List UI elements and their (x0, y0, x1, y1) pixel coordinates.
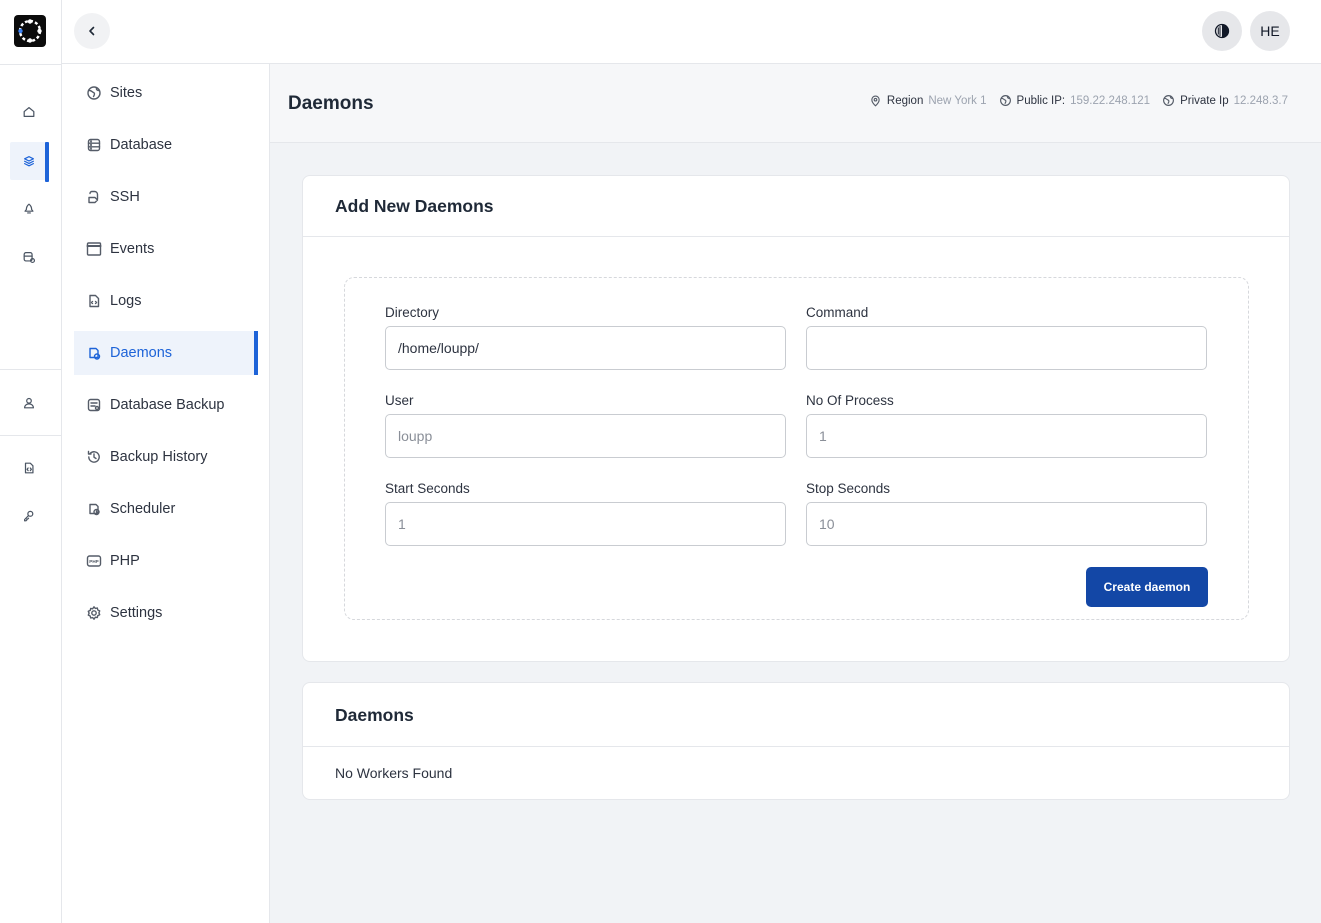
processes-input[interactable] (806, 414, 1207, 458)
rail-rocket-button[interactable] (10, 190, 48, 228)
directory-input[interactable] (385, 326, 786, 370)
terminal-icon (88, 190, 99, 204)
sidebar-item-php[interactable]: PHP PHP (74, 539, 257, 583)
globe-icon (999, 95, 1011, 106)
rail-key-button[interactable] (10, 497, 48, 535)
file-icon (89, 294, 100, 308)
private-ip-info: Private Ip 12.248.3.7 (1162, 94, 1288, 107)
sidebar-item-label: Sites (110, 85, 143, 101)
public-ip-info: Public IP: 159.22.248.121 (999, 94, 1151, 107)
gear-icon (87, 606, 101, 620)
stop-seconds-input[interactable] (806, 502, 1207, 546)
database-settings-icon (23, 252, 36, 264)
daemon-form: Directory Command User No Of Process Sta… (344, 277, 1249, 620)
page-title: Daemons (288, 93, 374, 114)
code-file-icon (24, 462, 34, 474)
database-icon (87, 138, 101, 152)
rail-user-button[interactable] (10, 384, 48, 422)
daemons-list-card: Daemons No Workers Found (302, 682, 1290, 800)
command-input[interactable] (806, 326, 1207, 370)
user-input[interactable] (385, 414, 786, 458)
rail-divider (0, 64, 61, 65)
rail-home-button[interactable] (10, 93, 48, 131)
sidebar-item-ssh[interactable]: SSH (74, 175, 257, 219)
sidebar-item-label: SSH (110, 189, 140, 205)
public-ip-value: 159.22.248.121 (1070, 94, 1151, 107)
sidebar-item-daemons[interactable]: Daemons (74, 331, 258, 375)
top-bar: HE (62, 0, 1321, 64)
region-label: Region (886, 94, 924, 107)
private-ip-value: 12.248.3.7 (1233, 94, 1288, 107)
rail-database-settings-button[interactable] (10, 238, 48, 276)
location-pin-icon (871, 95, 880, 107)
card-title: Daemons (335, 705, 414, 725)
stack-icon (24, 156, 34, 167)
sidebar: Sites Database SSH Events Logs Daemons D… (62, 64, 270, 923)
user-icon (24, 397, 34, 409)
history-icon (87, 450, 100, 463)
rail-code-file-button[interactable] (10, 449, 48, 487)
rail-stack-button[interactable] (10, 142, 49, 182)
start-seconds-label: Start Seconds (385, 481, 470, 496)
icon-rail (0, 0, 62, 923)
command-label: Command (806, 305, 869, 320)
home-icon (23, 107, 35, 117)
card-title: Add New Daemons (335, 196, 494, 216)
sidebar-item-sites[interactable]: Sites (74, 71, 257, 115)
sidebar-item-scheduler[interactable]: Scheduler (74, 487, 257, 531)
directory-label: Directory (385, 305, 440, 320)
sidebar-item-settings[interactable]: Settings (74, 591, 257, 635)
page-header: Daemons Region New York 1 Public IP: 159… (270, 64, 1321, 143)
sidebar-item-label: PHP (110, 553, 140, 569)
stop-seconds-label: Stop Seconds (806, 481, 891, 496)
sidebar-item-database[interactable]: Database (74, 123, 257, 167)
sidebar-item-label: Database (110, 137, 173, 153)
sidebar-item-database-backup[interactable]: Database Backup (74, 383, 257, 427)
card-divider (303, 746, 1289, 747)
sidebar-item-label: Database Backup (110, 397, 225, 413)
clock-icon (89, 503, 100, 516)
sidebar-item-events[interactable]: Events (74, 227, 257, 271)
rocket-icon (24, 203, 34, 214)
main-content: Daemons Region New York 1 Public IP: 159… (270, 64, 1321, 923)
chevron-left-icon (89, 26, 95, 36)
sidebar-item-label: Daemons (110, 345, 173, 361)
daemon-icon (89, 347, 101, 360)
sidebar-item-backup-history[interactable]: Backup History (74, 435, 257, 479)
app-logo[interactable] (14, 15, 46, 47)
backup-icon (87, 398, 101, 412)
sidebar-item-label: Logs (110, 293, 142, 309)
user-label: User (385, 393, 414, 408)
card-divider (303, 236, 1289, 237)
back-button[interactable] (74, 13, 110, 49)
key-icon (24, 510, 34, 522)
contrast-icon (1214, 23, 1230, 39)
logo-icon (18, 19, 42, 43)
rail-divider (0, 435, 61, 436)
private-ip-label: Private Ip (1180, 94, 1229, 107)
svg-text:PHP: PHP (89, 559, 98, 564)
sidebar-item-logs[interactable]: Logs (74, 279, 257, 323)
php-icon: PHP (86, 555, 102, 567)
start-seconds-input[interactable] (385, 502, 786, 546)
region-info: Region New York 1 (869, 94, 987, 107)
window-icon (86, 242, 102, 256)
public-ip-label: Public IP: (1016, 94, 1066, 107)
add-daemon-card: Add New Daemons Directory Command User N… (302, 175, 1290, 662)
sidebar-item-label: Settings (110, 605, 163, 621)
region-value: New York 1 (928, 94, 987, 107)
sidebar-item-label: Scheduler (110, 501, 176, 517)
globe-icon (1163, 95, 1175, 106)
sidebar-item-label: Events (110, 241, 155, 257)
user-avatar[interactable]: HE (1250, 11, 1290, 51)
server-meta: Region New York 1 Public IP: 159.22.248.… (869, 94, 1288, 107)
globe-icon (87, 86, 101, 100)
processes-label: No Of Process (806, 393, 894, 408)
empty-state-text: No Workers Found (335, 765, 453, 781)
theme-toggle-button[interactable] (1202, 11, 1242, 51)
create-daemon-button[interactable]: Create daemon (1086, 567, 1208, 607)
rail-divider (0, 369, 61, 370)
sidebar-item-label: Backup History (110, 449, 208, 465)
